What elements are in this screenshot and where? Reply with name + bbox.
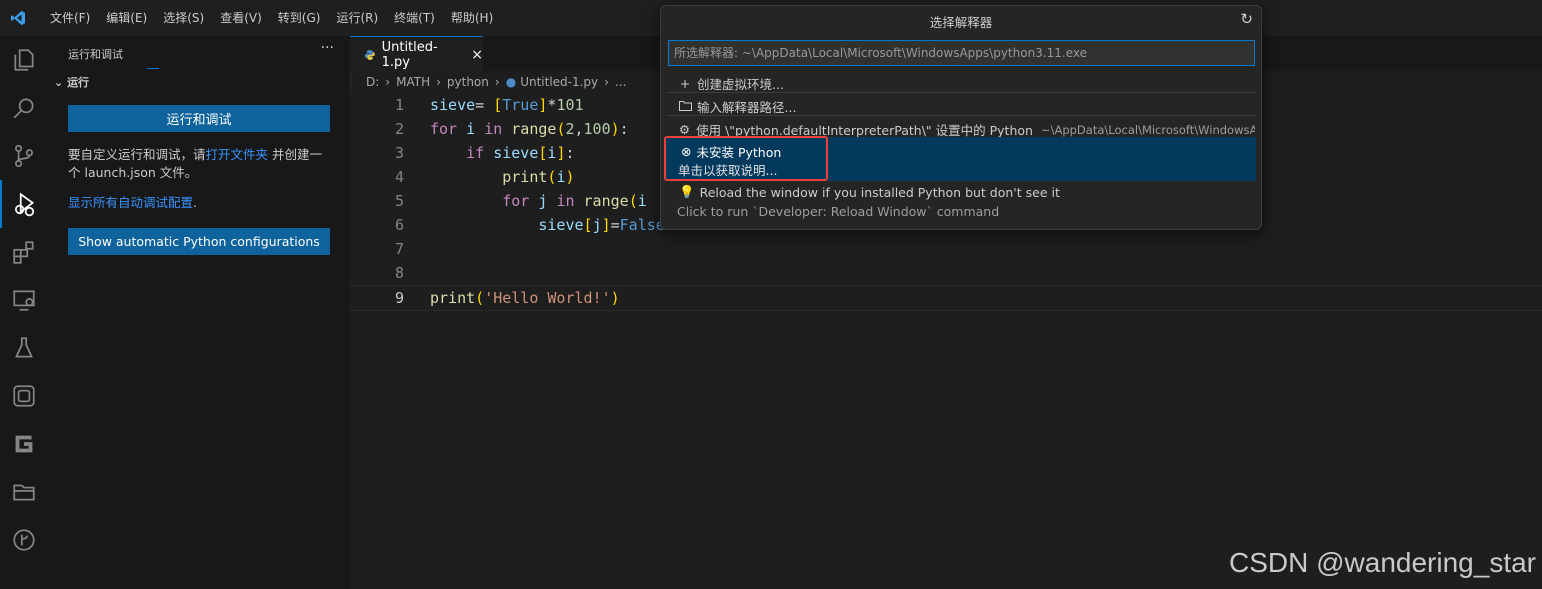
extensions-icon[interactable]: [0, 228, 48, 276]
code-text: for i in range(2,100):: [430, 120, 629, 138]
separator: [667, 92, 1255, 93]
testing-icon[interactable]: [0, 324, 48, 372]
line-number: 5: [394, 192, 404, 210]
menu-view[interactable]: 查看(V): [212, 0, 270, 36]
progress-indicator: [147, 68, 159, 69]
git-graph-icon[interactable]: [0, 516, 48, 564]
menu-help[interactable]: 帮助(H): [443, 0, 501, 36]
chevron-right-icon: ›: [494, 75, 500, 89]
menu-go[interactable]: 转到(G): [270, 0, 329, 36]
line-number: 1: [394, 96, 404, 114]
hint-prefix: 要自定义运行和调试，请: [68, 147, 206, 162]
run-debug-sidebar: 运行和调试 ··· ⌄ 运行 运行和调试 要自定义运行和调试，请打开文件夹 并创…: [48, 36, 351, 589]
item-label: 输入解释器路径...: [697, 100, 797, 115]
code-text: print('Hello World!'): [430, 289, 620, 307]
code-text: print(i): [502, 168, 575, 186]
chevron-right-icon: ›: [385, 75, 391, 89]
run-section-header[interactable]: ⌄ 运行: [54, 74, 89, 90]
lightbulb-icon: 💡: [679, 184, 695, 199]
sidebar-title: 运行和调试: [68, 48, 123, 61]
folder-icon: [677, 99, 693, 114]
project-manager-icon[interactable]: [0, 468, 48, 516]
menu-edit[interactable]: 编辑(E): [98, 0, 155, 36]
item-detail: Click to run `Developer: Reload Window` …: [677, 204, 1000, 219]
highlight-annotation: [664, 136, 828, 181]
gear-icon: ⚙: [678, 122, 691, 137]
remote-explorer-icon[interactable]: [0, 276, 48, 324]
menu-terminal[interactable]: 终端(T): [386, 0, 443, 36]
show-all-debug-configs-link[interactable]: 显示所有自动调试配置: [68, 195, 193, 210]
item-label: 创建虚拟环境...: [697, 77, 784, 92]
item-description: ~\AppData\Local\Microsoft\WindowsA...: [1040, 122, 1255, 137]
more-actions-icon[interactable]: ···: [321, 40, 334, 56]
python-file-icon: [364, 49, 375, 60]
show-python-configs-button[interactable]: Show automatic Python configurations: [68, 228, 330, 255]
line-number: 8: [394, 264, 404, 282]
watermark: CSDN @wandering_star: [1229, 547, 1536, 578]
breadcrumb-drive[interactable]: D:: [366, 75, 379, 89]
chevron-right-icon: ›: [604, 75, 609, 89]
tab-untitled-1[interactable]: Untitled-1.py ×: [350, 36, 483, 72]
code-line: 7: [350, 237, 1542, 261]
source-control-icon[interactable]: [0, 132, 48, 180]
close-tab-icon[interactable]: ×: [471, 47, 483, 63]
line-number: 9: [394, 289, 404, 307]
breadcrumb-file[interactable]: Untitled-1.py: [520, 75, 598, 89]
reload-window-item[interactable]: 💡 Reload the window if you installed Pyt…: [679, 184, 1060, 200]
chevron-right-icon: ›: [436, 75, 441, 89]
select-interpreter-quickpick: 选择解释器 ↻ 所选解释器: ~\AppData\Local\Microsoft…: [660, 5, 1262, 230]
item-label: Reload the window if you installed Pytho…: [699, 184, 1060, 200]
search-icon[interactable]: [0, 84, 48, 132]
vscode-logo-icon: [11, 11, 25, 25]
tab-label: Untitled-1.py: [381, 39, 438, 70]
run-and-debug-button[interactable]: 运行和调试: [68, 105, 330, 132]
line-number: 6: [394, 216, 404, 234]
section-label: 运行: [67, 76, 90, 89]
breadcrumb: D: › MATH › python › ● Untitled-1.py › ...: [366, 71, 626, 93]
chevron-down-icon: ⌄: [54, 76, 64, 89]
breadcrumb-python[interactable]: python: [447, 75, 489, 89]
separator: [667, 115, 1255, 116]
menu-run[interactable]: 运行(R): [328, 0, 386, 36]
interpreter-search-input[interactable]: 所选解释器: ~\AppData\Local\Microsoft\Windows…: [668, 40, 1255, 66]
activity-bar: [0, 36, 48, 589]
line-number: 2: [394, 120, 404, 138]
gitlens-g-icon[interactable]: [0, 420, 48, 468]
refresh-icon[interactable]: ↻: [1240, 10, 1253, 28]
container-icon[interactable]: [0, 372, 48, 420]
open-folder-link[interactable]: 打开文件夹: [206, 147, 269, 162]
code-text: sieve[j]=False: [538, 216, 665, 234]
run-debug-icon[interactable]: [0, 180, 48, 228]
python-file-icon: ●: [505, 75, 517, 89]
code-text: if sieve[i]:: [466, 144, 575, 162]
code-text: for j in range(i: [502, 192, 647, 210]
breadcrumb-math[interactable]: MATH: [396, 75, 430, 89]
line-number: 3: [394, 144, 404, 162]
explorer-icon[interactable]: [0, 36, 48, 84]
plus-icon: +: [679, 76, 691, 91]
code-line: 8: [350, 261, 1542, 285]
create-venv-item[interactable]: + 创建虚拟环境...: [667, 74, 1255, 93]
line-number: 7: [394, 240, 404, 258]
breadcrumb-symbol[interactable]: ...: [615, 75, 626, 89]
quickpick-title: 选择解释器: [929, 15, 993, 30]
code-text: sieve= [True]*101: [430, 96, 584, 114]
line-number: 4: [394, 168, 404, 186]
enter-path-item[interactable]: 输入解释器路径...: [667, 97, 1255, 116]
launch-json-hint: 要自定义运行和调试，请打开文件夹 并创建一个 launch.json 文件。: [68, 146, 330, 182]
show-all-suffix: .: [193, 195, 197, 210]
menu-selection[interactable]: 选择(S): [155, 0, 212, 36]
menu-file[interactable]: 文件(F): [42, 0, 98, 36]
code-line-current: 9 print('Hello World!'): [350, 285, 1542, 311]
show-all-configs: 显示所有自动调试配置.: [68, 194, 330, 212]
